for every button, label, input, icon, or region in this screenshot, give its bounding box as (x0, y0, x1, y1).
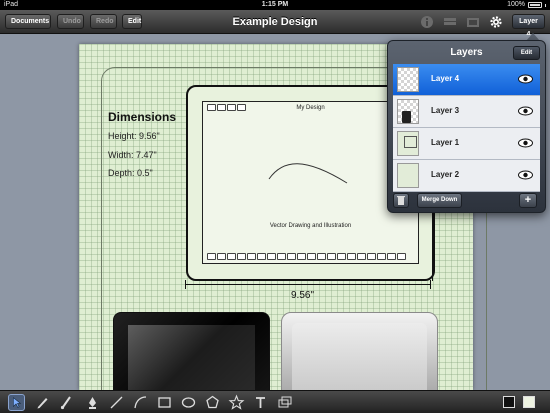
select-arrow-icon[interactable] (8, 394, 25, 411)
curve-icon[interactable] (132, 394, 149, 411)
layer-list: Layer 4 Layer 3 Layer 1 Layer 2 (393, 64, 540, 192)
screen-caption: Vector Drawing and Illustration (269, 223, 352, 229)
depth-text: Depth: 0.5" (108, 168, 153, 178)
layers-stack-icon[interactable] (443, 15, 457, 29)
eye-icon[interactable] (518, 106, 533, 116)
image-icon[interactable] (276, 394, 293, 411)
screen-title: My Design (296, 105, 325, 111)
screen-bottom-tabs (207, 253, 414, 260)
info-icon[interactable] (420, 15, 434, 29)
top-toolbar: Documents Undo Redo Edit Example Design … (0, 10, 550, 38)
battery-icon (528, 2, 542, 8)
layer-thumbnail (397, 67, 419, 92)
pencil-icon[interactable] (34, 394, 51, 411)
layers-edit-button[interactable]: Edit (513, 46, 540, 60)
layer-name: Layer 2 (431, 170, 460, 179)
ellipse-icon[interactable] (180, 394, 197, 411)
layer-thumbnail (397, 99, 419, 124)
width-text: Width: 7.47" (108, 150, 157, 160)
status-bar: iPad 1:15 PM 100% (0, 0, 550, 10)
horizontal-measure-line[interactable] (185, 284, 430, 285)
layer-name: Layer 1 (431, 138, 460, 147)
measure-tick-left (185, 280, 186, 289)
eye-icon[interactable] (518, 138, 533, 148)
layers-footer: Merge Down + (393, 193, 540, 209)
merge-down-button[interactable]: Merge Down (417, 193, 462, 208)
curve-shape[interactable] (265, 157, 355, 187)
layer-name: Layer 4 (431, 74, 460, 83)
export-icon[interactable] (466, 15, 480, 29)
layer-thumbnail (397, 163, 419, 188)
eye-icon[interactable] (518, 74, 533, 84)
eye-icon[interactable] (518, 170, 533, 180)
star-icon[interactable] (228, 394, 245, 411)
fill-color-swatch[interactable] (523, 396, 535, 408)
polygon-icon[interactable] (204, 394, 221, 411)
bottom-toolbar (0, 390, 550, 413)
add-layer-button[interactable]: + (519, 193, 537, 208)
layer-thumbnail (397, 131, 419, 156)
silver-ipad-image[interactable] (281, 312, 438, 394)
layer-row-1[interactable]: Layer 1 (393, 128, 540, 160)
dimensions-heading: Dimensions (108, 110, 177, 124)
layer-row-2[interactable]: Layer 2 (393, 160, 540, 192)
clock: 1:15 PM (261, 1, 289, 8)
text-icon[interactable] (252, 394, 269, 411)
pen-nib-icon[interactable] (84, 394, 101, 411)
layer-selector-button[interactable]: Layer 4 (512, 14, 545, 38)
measure-tick-right (430, 280, 431, 289)
gear-icon[interactable] (489, 15, 503, 29)
trash-icon (397, 196, 405, 205)
rectangle-icon[interactable] (156, 394, 173, 411)
battery-percent: 100% (507, 1, 525, 8)
battery-indicator: 100% (507, 0, 546, 10)
brush-icon[interactable] (58, 394, 75, 411)
delete-layer-button[interactable] (393, 193, 409, 208)
stroke-color-swatch[interactable] (503, 396, 515, 408)
height-text: Height: 9.56" (108, 131, 160, 141)
layer-row-4[interactable]: Layer 4 (393, 64, 540, 96)
layer-name: Layer 3 (431, 106, 460, 115)
measure-label: 9.56" (291, 290, 315, 301)
line-icon[interactable] (108, 394, 125, 411)
black-ipad-image[interactable] (113, 312, 270, 394)
layer-row-3[interactable]: Layer 3 (393, 96, 540, 128)
